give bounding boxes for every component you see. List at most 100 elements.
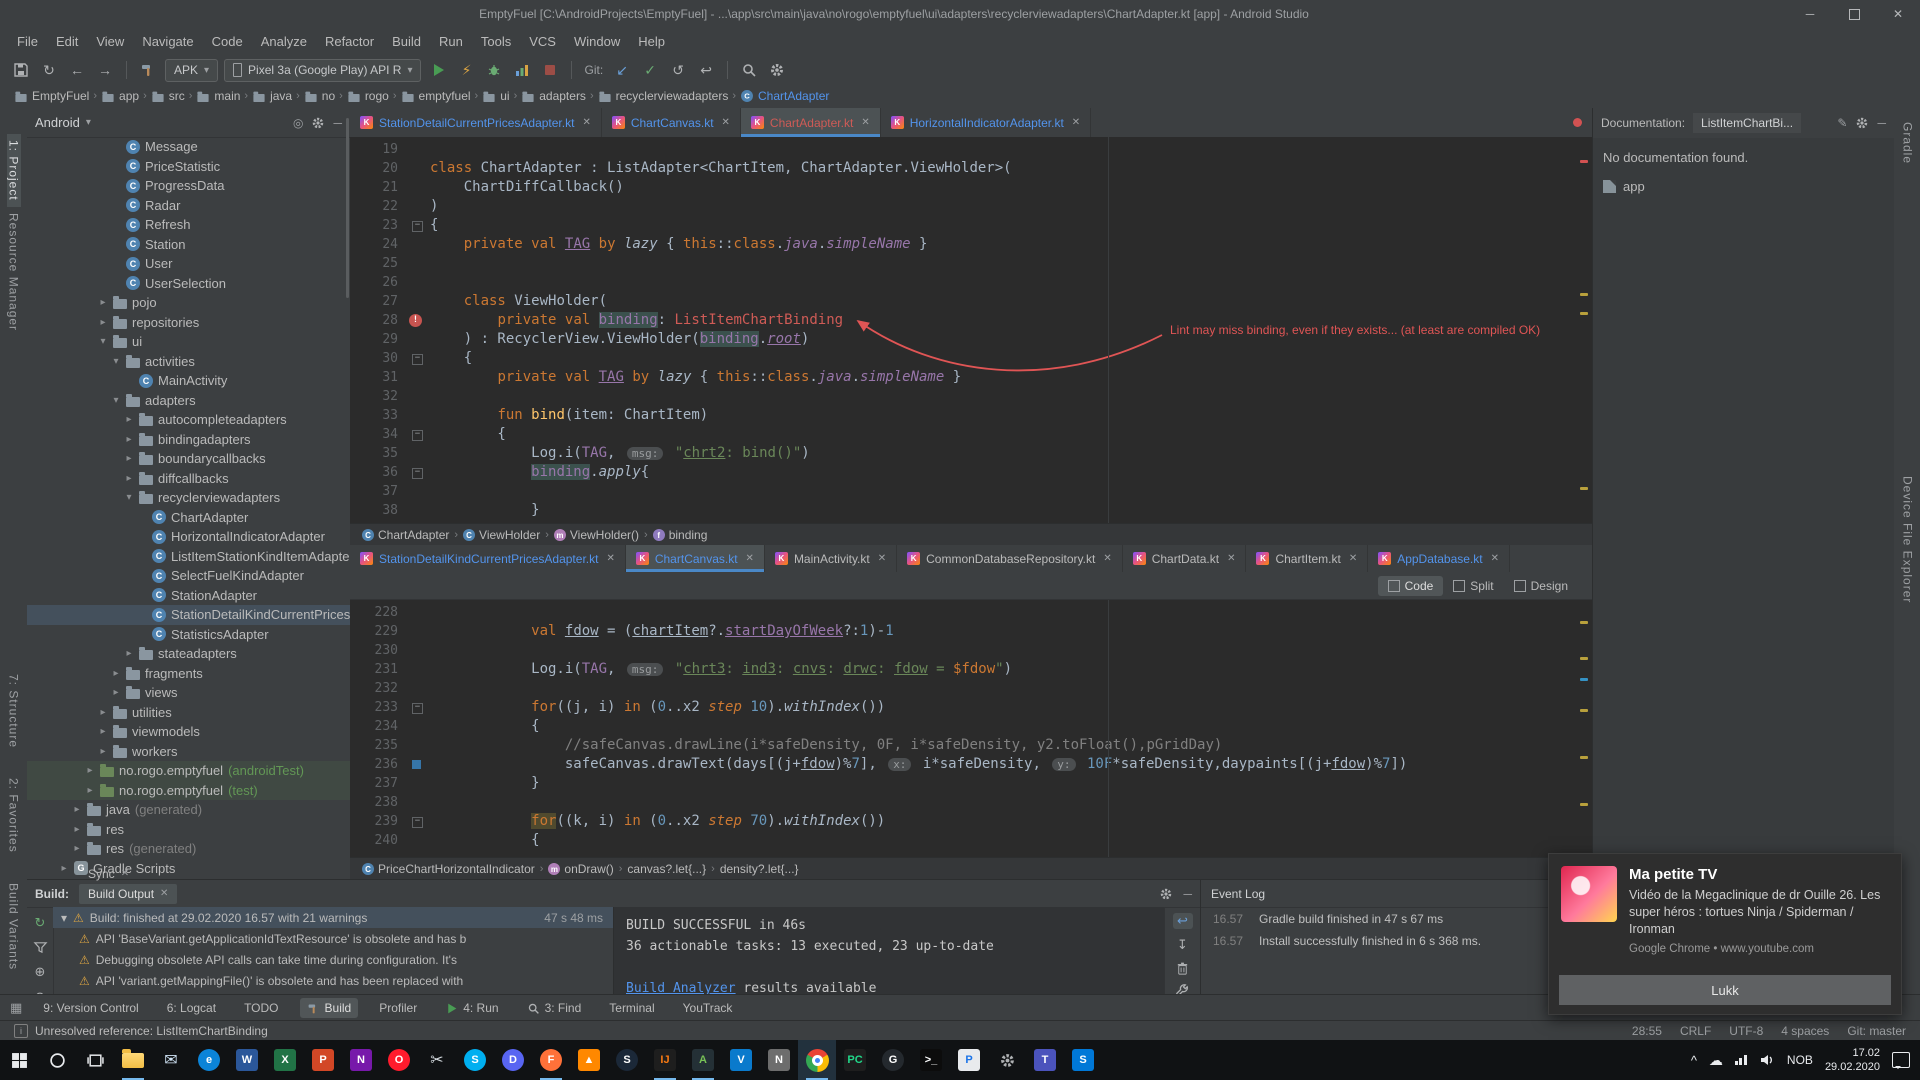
code-line[interactable]: 228 — [350, 603, 1592, 622]
tab-close-icon[interactable]: ✕ — [160, 888, 168, 899]
edge-icon[interactable]: e — [190, 1040, 228, 1080]
git-update-icon[interactable]: ↙ — [611, 59, 633, 81]
code-line[interactable]: 37 — [350, 482, 1592, 501]
tree-item[interactable]: ▸bindingadapters — [27, 430, 350, 450]
fold-marker-icon[interactable]: − — [412, 354, 423, 365]
mail-icon[interactable]: ✉ — [152, 1040, 190, 1080]
menu-run[interactable]: Run — [430, 28, 472, 56]
run-icon[interactable] — [427, 59, 449, 81]
tree-item[interactable]: ▸boundarycallbacks — [27, 449, 350, 469]
breadcrumb-item[interactable]: mViewHolder() — [554, 528, 639, 542]
code-line[interactable]: 27 class ViewHolder( — [350, 292, 1592, 311]
editor-tab[interactable]: KChartAdapter.kt✕ — [741, 108, 881, 137]
tree-item[interactable]: CListItemStationKindItemAdapter — [27, 547, 350, 567]
bottom-editor[interactable]: 228229 val fdow = (chartItem?.startDayOf… — [350, 600, 1592, 860]
code-line[interactable]: 21 ChartDiffCallback() — [350, 178, 1592, 197]
code-line[interactable]: 240 { — [350, 831, 1592, 850]
menu-tools[interactable]: Tools — [472, 28, 520, 56]
tree-item[interactable]: ▸utilities — [27, 703, 350, 723]
module-name[interactable]: app — [1623, 179, 1645, 194]
toolwindow-button-youtrack[interactable]: YouTrack — [676, 998, 740, 1018]
excel-icon[interactable]: X — [266, 1040, 304, 1080]
mode-code[interactable]: Code — [1378, 576, 1444, 596]
tool-stripe-1-project[interactable]: 1: Project — [7, 134, 21, 207]
code-line[interactable]: 25 — [350, 254, 1592, 273]
steam-icon[interactable]: S — [608, 1040, 646, 1080]
close-button[interactable]: ✕ — [1876, 0, 1920, 28]
editor-tab[interactable]: KHorizontalIndicatorAdapter.kt✕ — [881, 108, 1091, 137]
store-icon[interactable]: S — [1064, 1040, 1102, 1080]
code-line[interactable]: 31 private val TAG by lazy { this::class… — [350, 368, 1592, 387]
build-root-row[interactable]: ▾⚠Build: finished at 29.02.2020 16.57 wi… — [53, 907, 613, 928]
search-button[interactable] — [38, 1040, 76, 1080]
firefox-icon[interactable]: F — [532, 1040, 570, 1080]
menu-edit[interactable]: Edit — [47, 28, 87, 56]
toolwindow-button-3-find[interactable]: 3: Find — [520, 998, 589, 1018]
opera-icon[interactable]: O — [380, 1040, 418, 1080]
build-analyzer-link[interactable]: Build Analyzer — [626, 981, 736, 995]
breadcrumb-item[interactable]: canvas?.let{...} — [627, 862, 706, 876]
code-line[interactable]: 38 } — [350, 501, 1592, 520]
documentation-settings-icon[interactable] — [1855, 116, 1869, 130]
toolwindow-button-6-logcat[interactable]: 6: Logcat — [160, 998, 223, 1018]
tree-item[interactable]: ▸pojo — [27, 293, 350, 313]
breadcrumb-file[interactable]: CChartAdapter — [740, 89, 829, 103]
tree-item[interactable]: CMainActivity — [27, 371, 350, 391]
tab-close-icon[interactable]: ✕ — [1349, 553, 1357, 564]
android-studio-icon[interactable]: A — [684, 1040, 722, 1080]
maximize-button[interactable] — [1832, 0, 1876, 28]
breadcrumb-item[interactable]: density?.let{...} — [720, 862, 799, 876]
code-line[interactable]: 231 Log.i(TAG, msg: "chrt3: ind3: cnvs: … — [350, 660, 1592, 679]
tab-close-icon[interactable]: ✕ — [878, 553, 886, 564]
notepad-icon[interactable]: N — [760, 1040, 798, 1080]
tree-item[interactable]: CStationDetailKindCurrentPricesAda — [27, 605, 350, 625]
minimize-panel-icon[interactable]: ─ — [1877, 116, 1886, 130]
build-hammer-icon[interactable] — [137, 59, 159, 81]
project-tree-scrollbar[interactable] — [346, 118, 349, 298]
tree-item[interactable]: CRadar — [27, 196, 350, 216]
tree-item[interactable]: ▸autocompleteadapters — [27, 410, 350, 430]
menu-code[interactable]: Code — [203, 28, 252, 56]
menu-navigate[interactable]: Navigate — [133, 28, 202, 56]
tool-stripe-2-favorites[interactable]: 2: Favorites — [7, 772, 21, 859]
editor-tab[interactable]: KChartCanvas.kt✕ — [626, 545, 765, 572]
toast-dismiss-button[interactable]: Lukk — [1559, 975, 1891, 1005]
breadcrumb-item[interactable]: main — [196, 89, 240, 103]
breadcrumb-item[interactable]: rogo — [347, 89, 389, 103]
locate-file-icon[interactable]: ◎ — [293, 116, 303, 130]
tree-item[interactable]: CUserSelection — [27, 274, 350, 294]
mode-split[interactable]: Split — [1443, 576, 1503, 596]
tool-stripe-7-structure[interactable]: 7: Structure — [7, 668, 21, 754]
word-icon[interactable]: W — [228, 1040, 266, 1080]
breadcrumb-item[interactable]: java — [252, 89, 292, 103]
breadcrumb-item[interactable]: no — [304, 89, 335, 103]
breadcrumb-item[interactable]: CChartAdapter — [362, 528, 449, 542]
breadcrumb-item[interactable]: EmptyFuel — [14, 89, 89, 103]
breadcrumb-item[interactable]: fbinding — [653, 528, 708, 542]
tree-item[interactable]: CUser — [27, 254, 350, 274]
pycharm-icon[interactable]: PC — [836, 1040, 874, 1080]
breadcrumb-item[interactable]: CViewHolder — [463, 528, 540, 542]
tab-close-icon[interactable]: ✕ — [606, 553, 614, 564]
build-settings-icon[interactable] — [1159, 887, 1173, 901]
tree-item[interactable]: CChartAdapter — [27, 508, 350, 528]
build-tab[interactable]: Build Output✕ — [79, 884, 177, 904]
code-line[interactable]: 35 Log.i(TAG, msg: "chrt2: bind()") — [350, 444, 1592, 463]
tree-item[interactable]: ▸diffcallbacks — [27, 469, 350, 489]
tree-item[interactable]: ▾activities — [27, 352, 350, 372]
tree-item[interactable]: ▾ui — [27, 332, 350, 352]
minimize-button[interactable]: ─ — [1788, 0, 1832, 28]
search-everywhere-icon[interactable] — [738, 59, 760, 81]
code-line[interactable]: 238 — [350, 793, 1592, 812]
code-line[interactable]: 24 private val TAG by lazy { this::class… — [350, 235, 1592, 254]
teams-icon[interactable]: T — [1026, 1040, 1064, 1080]
code-line[interactable]: 33 fun bind(item: ChartItem) — [350, 406, 1592, 425]
project-settings-icon[interactable] — [311, 116, 325, 130]
status-segment[interactable]: Git: master — [1847, 1024, 1906, 1038]
mode-design[interactable]: Design — [1504, 576, 1578, 596]
breadcrumb-item[interactable]: src — [151, 89, 185, 103]
device-select[interactable]: Pixel 3a (Google Play) API R▾ — [224, 59, 421, 82]
rerun-build-icon[interactable]: ↻ — [30, 915, 50, 931]
code-line[interactable]: 234 { — [350, 717, 1592, 736]
tab-close-icon[interactable]: ✕ — [1227, 553, 1235, 564]
